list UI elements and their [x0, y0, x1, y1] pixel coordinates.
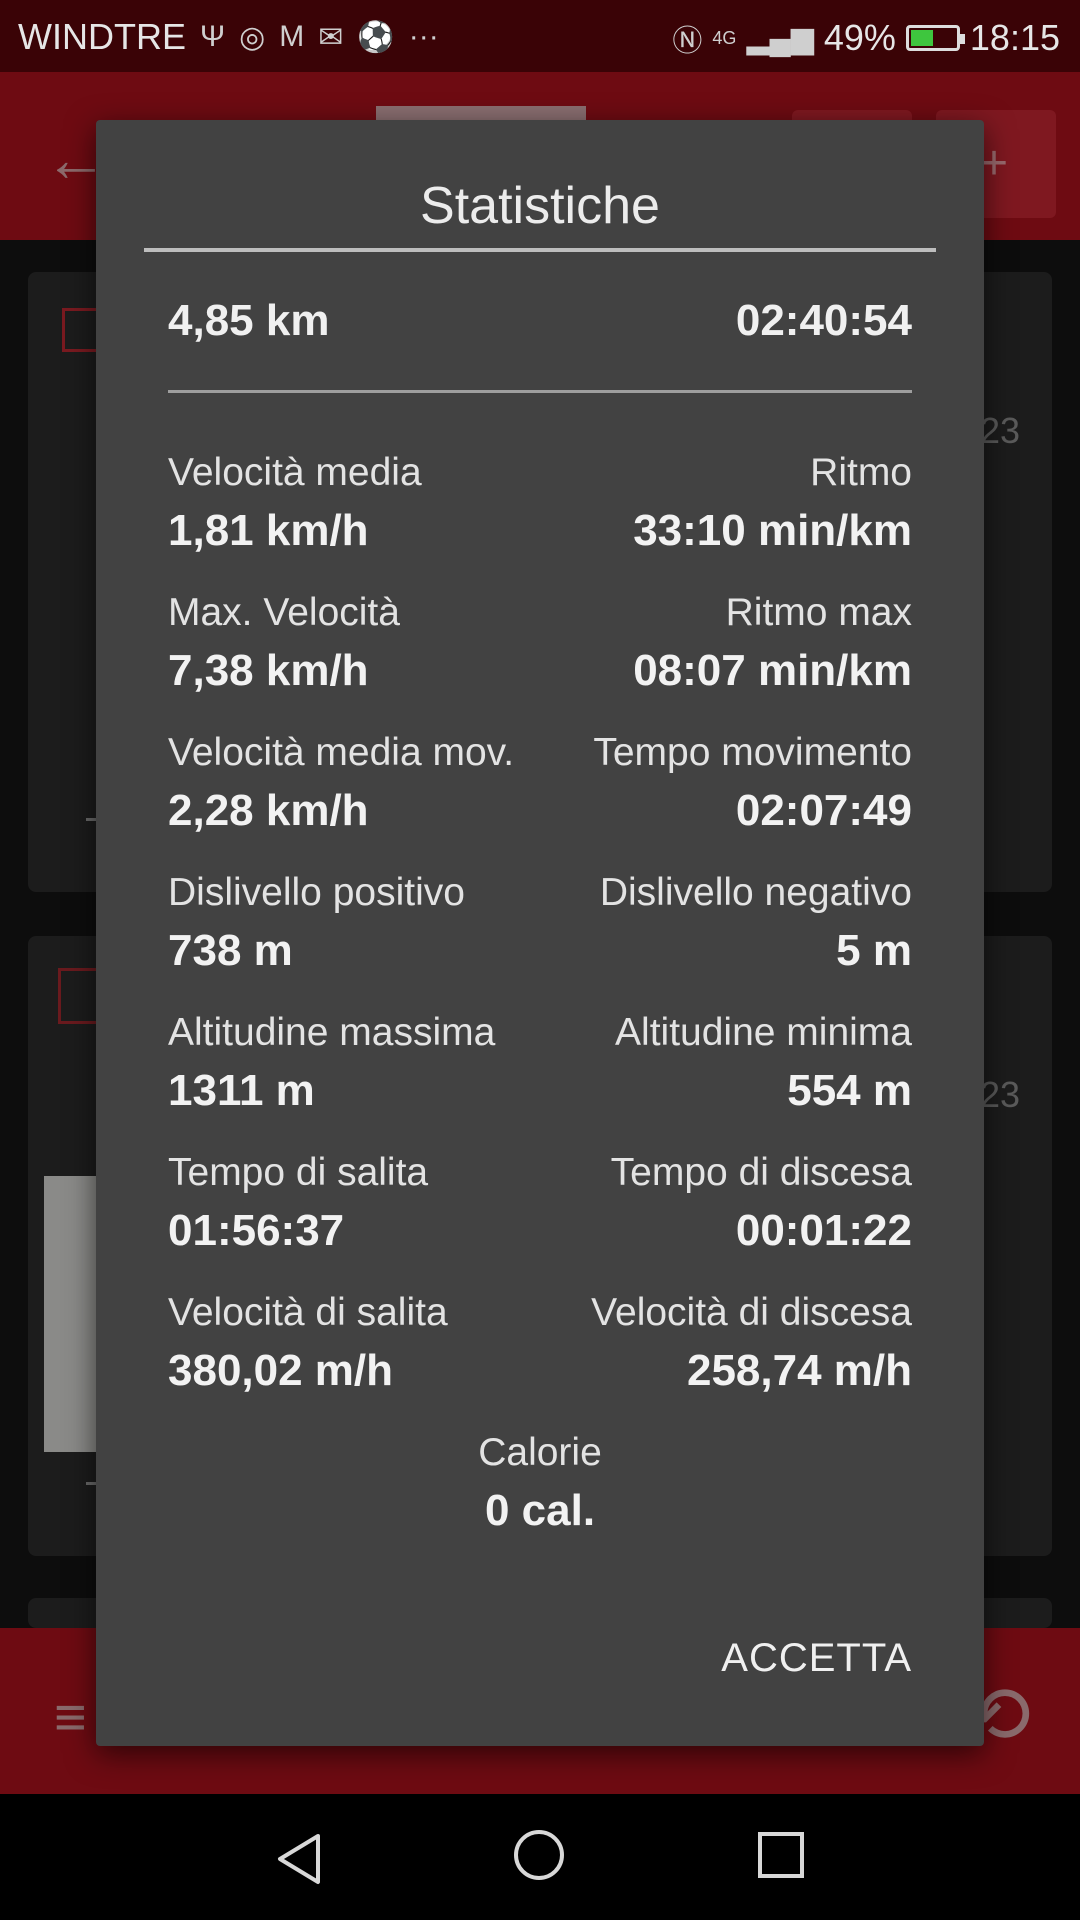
- signal-icon: ▂▄▆: [746, 21, 814, 55]
- max-pace-value: 08:07 min/km: [633, 646, 912, 695]
- gmail-icon: M: [279, 20, 305, 53]
- accept-button[interactable]: ACCETTA: [721, 1636, 912, 1681]
- toolbar-tab-indicator: [376, 106, 586, 120]
- avg-speed-value: 1,81 km/h: [168, 506, 369, 555]
- stat-row: Tempo di salita 01:56:37 Tempo di discesa…: [168, 1150, 912, 1290]
- status-bar: WINDTRE Ψ ◎ M ✉ ⚽ ··· Ⓝ 4G ▂▄▆ 49% 18:15: [0, 0, 1080, 72]
- max-speed-label: Max. Velocità: [168, 591, 400, 634]
- elevation-loss-label: Dislivello negativo: [599, 871, 912, 914]
- descent-time-value: 00:01:22: [735, 1206, 912, 1255]
- ascent-time-label: Tempo di salita: [168, 1151, 429, 1194]
- stat-row: Calorie 0 cal.: [168, 1430, 912, 1532]
- moving-avg-speed-value: 2,28 km/h: [168, 786, 369, 835]
- stat-row: Velocità media 1,81 km/h Ritmo 33:10 min/k…: [168, 450, 912, 590]
- descent-speed-value: 258,74 m/h: [686, 1346, 912, 1395]
- descent-time-label: Tempo di discesa: [610, 1151, 912, 1194]
- dialog-title: Statistiche: [420, 177, 660, 235]
- ascent-speed-label: Velocità di salita: [168, 1291, 448, 1334]
- menu-icon[interactable]: ≡: [54, 1684, 87, 1749]
- moving-avg-speed-label: Velocità media mov.: [168, 731, 515, 774]
- battery-icon: [905, 25, 965, 51]
- stat-row: Dislivello positivo 738 m Dislivello nega…: [168, 870, 912, 1010]
- card-number: 23: [980, 1074, 1021, 1115]
- battery-percent: 49%: [823, 17, 896, 58]
- pace-value: 33:10 min/km: [633, 506, 912, 555]
- network-type: 4G: [712, 27, 737, 48]
- total-time: 02:40:54: [735, 296, 912, 345]
- card-number: 23: [980, 410, 1021, 451]
- nav-back-icon[interactable]: [274, 1832, 324, 1886]
- mail-settings-icon: ✉: [318, 20, 344, 54]
- nav-home-icon[interactable]: [514, 1830, 564, 1880]
- nfc-icon: Ⓝ: [672, 25, 703, 58]
- calories-value: 0 cal.: [484, 1486, 596, 1532]
- statistics-dialog: Statistiche 4,85 km 02:40:54 Velocità me…: [96, 120, 984, 1746]
- stat-row: Velocità di salita 380,02 m/h Velocità di…: [168, 1290, 912, 1430]
- pace-label: Ritmo: [810, 451, 912, 494]
- moving-time-value: 02:07:49: [735, 786, 912, 835]
- max-altitude-label: Altitudine massima: [168, 1011, 496, 1054]
- ascent-speed-value: 380,02 m/h: [168, 1346, 394, 1395]
- map-thumbnail: [44, 1176, 100, 1452]
- min-altitude-label: Altitudine minima: [615, 1011, 912, 1054]
- max-altitude-value: 1311 m: [168, 1066, 315, 1115]
- elevation-gain-label: Dislivello positivo: [168, 871, 465, 914]
- nav-recents-icon[interactable]: [758, 1832, 804, 1878]
- ascent-time-value: 01:56:37: [168, 1206, 345, 1255]
- min-altitude-value: 554 m: [787, 1066, 912, 1115]
- clock: 18:15: [969, 17, 1060, 58]
- moving-time-label: Tempo movimento: [593, 731, 912, 774]
- title-divider: [144, 248, 936, 252]
- avg-speed-label: Velocità media: [168, 451, 422, 494]
- usb-icon: Ψ: [199, 20, 226, 53]
- plus-icon: +: [980, 137, 1009, 190]
- system-nav-bar: [0, 1794, 1080, 1920]
- carrier-name: WINDTRE: [18, 16, 186, 57]
- soccer-icon: ⚽: [357, 20, 395, 54]
- descent-speed-label: Velocità di discesa: [591, 1291, 912, 1334]
- max-pace-label: Ritmo max: [725, 591, 912, 634]
- stat-row: Altitudine massima 1311 m Altitudine mini…: [168, 1010, 912, 1150]
- max-speed-value: 7,38 km/h: [168, 646, 369, 695]
- stats-scroll-area[interactable]: Velocità media 1,81 km/h Ritmo 33:10 min/k…: [168, 450, 912, 1532]
- summary-divider: [168, 390, 912, 393]
- elevation-loss-value: 5 m: [836, 926, 912, 975]
- toyota-icon: ◎: [239, 20, 266, 54]
- stat-row: Velocità media mov. 2,28 km/h Tempo movim…: [168, 730, 912, 870]
- total-distance: 4,85 km: [168, 296, 330, 345]
- more-dots-icon: ···: [408, 20, 439, 53]
- stat-row: Max. Velocità 7,38 km/h Ritmo max 08:07 mi…: [168, 590, 912, 730]
- elevation-gain-value: 738 m: [168, 926, 293, 975]
- calories-label: Calorie: [478, 1431, 602, 1474]
